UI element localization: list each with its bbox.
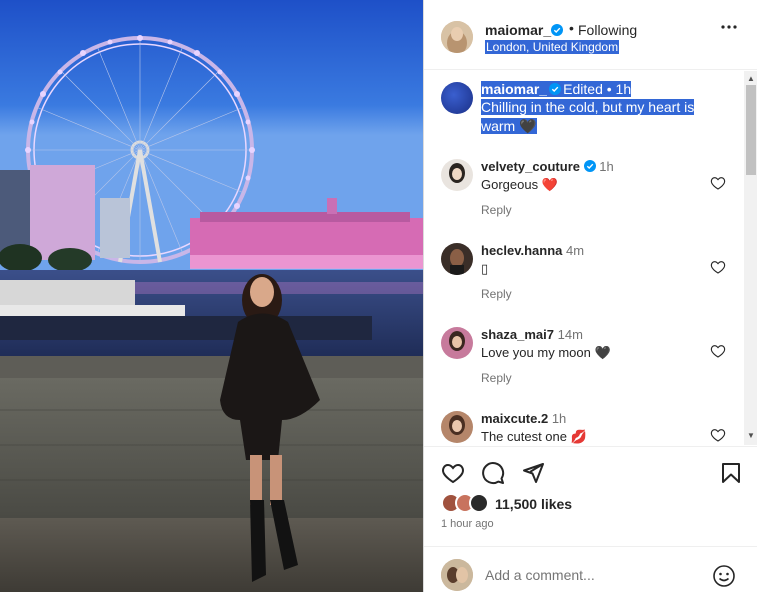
caption-username[interactable]: maiomar_ <box>481 81 548 97</box>
post-photo[interactable] <box>0 0 423 592</box>
comment-item: velvety_couture 1h Gorgeous ❤️ Reply <box>424 155 744 239</box>
caption-time: 1h <box>615 81 632 97</box>
comment-text: Gorgeous ❤️ <box>481 177 558 192</box>
commenter-username[interactable]: velvety_couture <box>481 159 580 174</box>
like-heart-icon[interactable] <box>441 461 465 485</box>
author-username[interactable]: maiomar_ <box>485 22 551 38</box>
comment-time: 14m <box>557 327 583 342</box>
emoji-picker-icon[interactable] <box>712 564 736 588</box>
comment-text: ▯ <box>481 261 489 276</box>
post-image <box>0 0 423 592</box>
comment-head: velvety_couture 1h <box>481 159 614 175</box>
comments-scrollbar[interactable]: ▲ ▼ <box>744 71 757 445</box>
commenter-username[interactable]: heclev.hanna <box>481 243 562 258</box>
comment-time: 1h <box>599 159 614 174</box>
verified-badge-icon <box>583 160 596 172</box>
caption-text-wrap: Chilling in the cold, but my heart is wa… <box>481 98 711 136</box>
post-time-ago[interactable]: 1 hour ago <box>441 518 494 530</box>
post-side-panel: maiomar_ • Following London, United King… <box>423 0 757 592</box>
share-send-icon[interactable] <box>521 461 545 485</box>
commenter-avatar[interactable] <box>441 411 473 443</box>
comment-item: shaza_mai7 14m Love you my moon 🖤 Reply <box>424 323 744 407</box>
like-comment-heart-icon[interactable] <box>710 259 726 275</box>
commenter-avatar[interactable] <box>441 327 473 359</box>
comment-time: 1h <box>551 411 567 426</box>
comment-head: shaza_mai7 14m <box>481 327 583 343</box>
scroll-down-arrow-icon[interactable]: ▼ <box>747 431 755 440</box>
verified-badge-icon <box>551 24 563 36</box>
comment-head: heclev.hanna 4m <box>481 243 584 259</box>
comment-item: heclev.hanna 4m ▯ Reply <box>424 239 744 323</box>
scroll-up-arrow-icon[interactable]: ▲ <box>747 74 755 83</box>
commenter-avatar[interactable] <box>441 243 473 275</box>
comment-input[interactable] <box>485 567 685 583</box>
location-link[interactable]: London, United Kingdom <box>485 40 620 54</box>
add-comment-bar <box>424 546 757 592</box>
comment-bubble-icon[interactable] <box>481 461 505 485</box>
comment-text: Love you my moon 🖤 <box>481 345 611 360</box>
following-button[interactable]: Following <box>578 22 637 38</box>
scrollbar-thumb[interactable] <box>746 85 756 175</box>
caption-dot: • <box>602 81 616 97</box>
likes-count[interactable]: 11,500 likes <box>495 496 572 512</box>
author-avatar[interactable] <box>441 21 473 53</box>
comment-item: maixcute.2 1h The cutest one 💋 <box>424 407 744 445</box>
separator-dot: • <box>569 20 574 36</box>
post-actions: 11,500 likes 1 hour ago <box>424 446 757 546</box>
like-comment-heart-icon[interactable] <box>710 343 726 359</box>
commenter-username[interactable]: maixcute.2 <box>481 411 548 426</box>
edited-label: Edited <box>563 81 603 97</box>
caption-text: Chilling in the cold, but my heart is wa… <box>481 99 695 134</box>
verified-badge-icon <box>549 83 562 95</box>
comment-head: maixcute.2 1h <box>481 411 566 427</box>
comments-list[interactable]: maiomar_ Edited • 1h Chilling in the cold… <box>424 71 744 445</box>
post-header: maiomar_ • Following London, United King… <box>424 6 757 70</box>
comment-time: 4m <box>566 243 585 258</box>
reply-button[interactable]: Reply <box>481 203 512 217</box>
reply-button[interactable]: Reply <box>481 287 512 301</box>
like-comment-heart-icon[interactable] <box>710 427 726 443</box>
reply-button[interactable]: Reply <box>481 371 512 385</box>
current-user-avatar[interactable] <box>441 559 473 591</box>
caption-avatar[interactable] <box>441 82 473 114</box>
comment-text: The cutest one 💋 <box>481 429 587 444</box>
more-options-icon[interactable] <box>720 18 738 41</box>
commenter-username[interactable]: shaza_mai7 <box>481 327 554 342</box>
like-comment-heart-icon[interactable] <box>710 175 726 191</box>
caption-meta: maiomar_ Edited • 1h <box>481 81 632 98</box>
save-bookmark-icon[interactable] <box>719 461 743 485</box>
liker-avatar <box>469 493 489 513</box>
commenter-avatar[interactable] <box>441 159 473 191</box>
